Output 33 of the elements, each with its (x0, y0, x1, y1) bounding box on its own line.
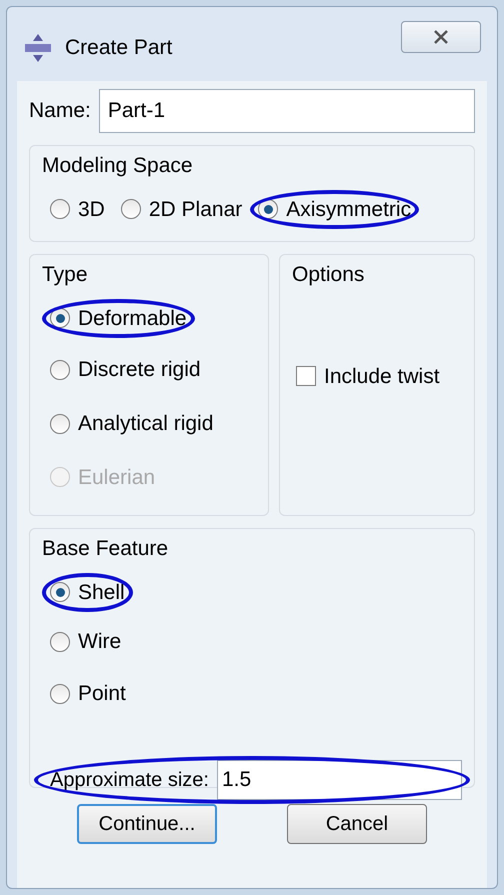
radio-label: Deformable (78, 306, 187, 332)
dialog-button[interactable]: Continue... (77, 804, 217, 844)
group-title: Type (42, 262, 89, 288)
radio-button[interactable] (50, 632, 70, 652)
radio-label: Shell (78, 580, 125, 606)
radio-label: Discrete rigid (78, 357, 201, 383)
radio-button[interactable] (50, 582, 70, 602)
radio-label: Axisymmetric (286, 196, 412, 222)
size-field[interactable]: 1.5 (216, 760, 462, 800)
part-icon (23, 33, 53, 63)
radio-button[interactable] (120, 199, 141, 220)
checkbox-label: Include twist (324, 364, 440, 390)
group-title: Modeling Space (42, 153, 194, 179)
group-title: Base Feature (42, 536, 170, 562)
checkbox[interactable] (296, 366, 316, 386)
radio-label: Point (78, 680, 126, 707)
dialog-button[interactable]: Cancel (287, 804, 427, 844)
radio-label: 3D (78, 196, 105, 222)
group-title: Options (292, 262, 366, 288)
radio-button[interactable] (50, 199, 70, 220)
radio-label: 2D Planar (148, 196, 242, 222)
radio-label: Analytical rigid (78, 410, 214, 437)
size-label: Approximate size: (49, 768, 210, 792)
radio-label: Eulerian (78, 464, 156, 490)
radio-button[interactable] (50, 360, 70, 380)
radio-button[interactable] (50, 684, 70, 704)
name-field[interactable]: Part-1 (98, 89, 475, 133)
radio-button[interactable] (50, 414, 70, 434)
window-title: Create Part (65, 35, 172, 62)
close-icon (433, 30, 449, 44)
name-label: Name: (29, 98, 91, 124)
radio-label: Wire (78, 629, 122, 655)
close-button[interactable] (401, 21, 481, 53)
